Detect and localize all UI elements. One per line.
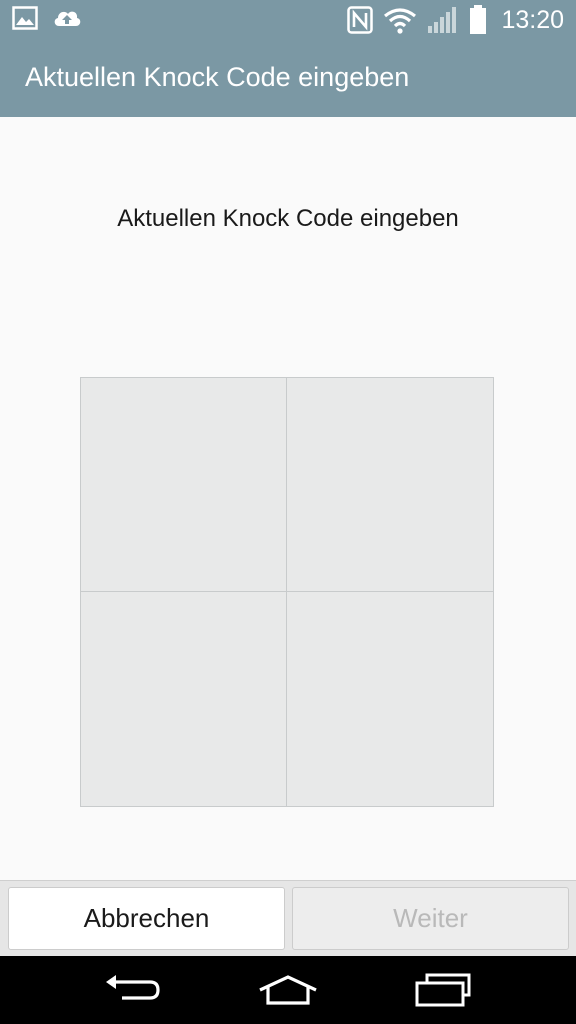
nfc-icon	[347, 6, 374, 34]
knock-code-prompt: Aktuellen Knock Code eingeben	[117, 205, 459, 232]
clock: 13:20	[501, 6, 564, 34]
navigation-bar	[0, 956, 576, 1024]
content-area: Aktuellen Knock Code eingeben	[0, 117, 576, 880]
status-bar: 13:20	[0, 0, 576, 40]
cloud-upload-icon	[52, 6, 82, 30]
image-icon	[12, 6, 38, 30]
button-bar: Abbrechen Weiter	[0, 880, 576, 956]
battery-icon	[469, 5, 487, 35]
page-title: Aktuellen Knock Code eingeben	[25, 62, 410, 92]
recent-apps-icon[interactable]	[403, 970, 483, 1010]
knock-code-pad[interactable]	[80, 377, 494, 807]
knock-pad-top-left[interactable]	[81, 378, 287, 592]
back-icon[interactable]	[92, 970, 172, 1010]
wifi-icon	[383, 6, 417, 34]
cancel-button[interactable]: Abbrechen	[8, 887, 285, 950]
next-button[interactable]: Weiter	[292, 887, 569, 950]
signal-icon	[427, 6, 459, 34]
home-icon[interactable]	[248, 970, 328, 1010]
screen: 13:20 Aktuellen Knock Code eingeben Aktu…	[0, 0, 576, 1024]
knock-pad-bottom-left[interactable]	[81, 592, 287, 806]
knock-pad-bottom-right[interactable]	[287, 592, 493, 806]
knock-pad-top-right[interactable]	[287, 378, 493, 592]
action-bar: Aktuellen Knock Code eingeben	[0, 40, 576, 117]
